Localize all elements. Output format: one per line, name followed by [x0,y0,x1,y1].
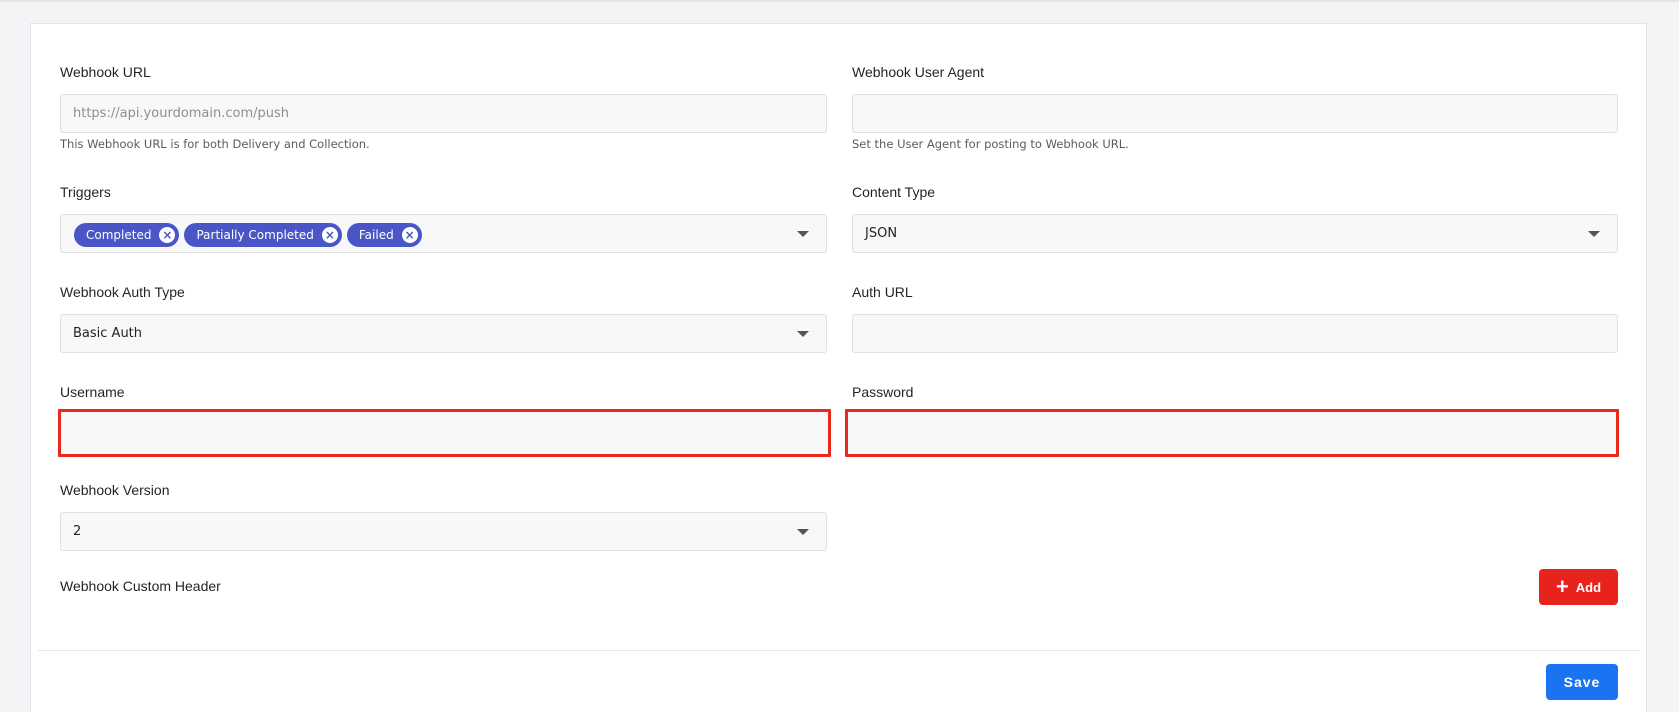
chevron-down-icon[interactable] [797,529,809,535]
webhook-version-select[interactable]: 2 [60,512,827,551]
trigger-chip-label: Failed [358,228,394,242]
save-button[interactable]: Save [1546,664,1618,700]
add-button-label: Add [1575,579,1602,595]
webhook-url-input[interactable]: https://api.yourdomain.com/push [60,94,827,133]
trigger-chip-completed: Completed × [74,223,180,247]
add-custom-header-button[interactable]: + Add [1539,569,1618,605]
triggers-label: Triggers [60,184,111,200]
webhook-version-label: Webhook Version [60,482,170,498]
plus-icon: + [1555,574,1569,599]
webhook-user-agent-input[interactable] [852,94,1618,133]
trigger-chip-failed: Failed × [346,223,422,247]
content-type-select[interactable]: JSON [852,214,1618,253]
webhook-url-label: Webhook URL [60,64,151,80]
username-label: Username [60,384,125,400]
footer-divider [38,650,1641,651]
trigger-chip-label: Partially Completed [196,228,314,242]
remove-chip-icon[interactable]: × [321,227,338,243]
webhook-version-value: 2 [73,524,82,539]
webhook-url-help: This Webhook URL is for both Delivery an… [60,137,370,151]
remove-chip-icon[interactable]: × [401,227,418,243]
content-type-label: Content Type [852,184,936,200]
trigger-chip-label: Completed [86,228,152,242]
chevron-down-icon[interactable] [797,331,809,337]
trigger-chip-partially-completed: Partially Completed × [184,223,342,247]
remove-chip-icon[interactable]: × [159,227,176,243]
webhook-user-agent-help: Set the User Agent for posting to Webhoo… [852,137,1129,151]
password-input[interactable] [845,409,1619,457]
webhook-url-placeholder: https://api.yourdomain.com/push [73,106,290,121]
auth-type-value: Basic Auth [73,326,143,341]
triggers-chip-list: Completed × Partially Completed × Failed… [74,223,422,247]
username-input[interactable] [58,409,831,457]
auth-type-label: Webhook Auth Type [60,284,185,300]
triggers-multiselect[interactable]: Completed × Partially Completed × Failed… [60,214,827,253]
top-divider [0,0,1679,2]
content-type-value: JSON [865,226,898,241]
auth-url-input[interactable] [852,314,1618,353]
custom-header-label: Webhook Custom Header [60,578,221,594]
auth-url-label: Auth URL [852,284,913,300]
webhook-user-agent-label: Webhook User Agent [852,64,985,80]
password-label: Password [852,384,914,400]
auth-type-select[interactable]: Basic Auth [60,314,827,353]
chevron-down-icon[interactable] [797,231,809,237]
chevron-down-icon[interactable] [1588,231,1600,237]
